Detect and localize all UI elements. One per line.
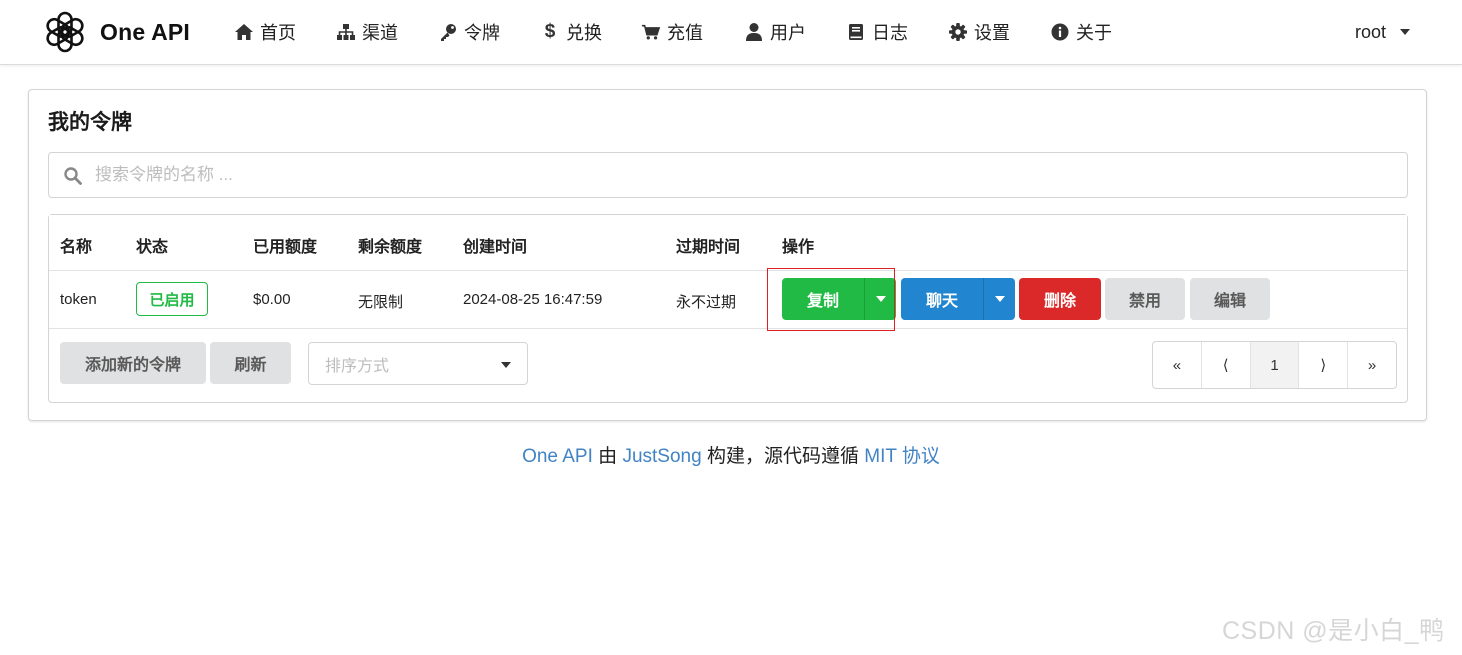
created-time: 2024-08-25 16:47:59 (463, 291, 603, 308)
dollar-icon: $ (544, 21, 556, 42)
nav-label: 渠道 (362, 23, 398, 43)
nav-label: 日志 (872, 23, 908, 43)
chevron-down-icon (875, 296, 886, 302)
sort-placeholder: 排序方式 (325, 357, 390, 375)
nav-item-tokens[interactable]: 令牌 (438, 18, 500, 46)
chat-button[interactable]: 聊天 (901, 278, 983, 320)
status-badge: 已启用 (136, 282, 208, 316)
nav-label: 兑换 (566, 23, 602, 43)
nav-item-settings[interactable]: 设置 (948, 18, 1010, 46)
disable-button[interactable]: 禁用 (1105, 278, 1185, 320)
used-quota: $0.00 (253, 291, 291, 308)
delete-label: 删除 (1043, 293, 1076, 310)
sitemap-icon (336, 22, 356, 42)
edit-label: 编辑 (1213, 293, 1246, 310)
project-link[interactable]: One API (522, 446, 593, 467)
add-token-label: 添加新的令牌 (84, 357, 181, 374)
footer-text: 由 (598, 446, 618, 467)
token-name: token (60, 291, 97, 308)
chevron-down-icon (994, 296, 1005, 302)
pagination-last[interactable]: » (1348, 342, 1396, 388)
refresh-button[interactable]: 刷新 (210, 342, 291, 384)
copy-dropdown-button[interactable] (864, 278, 896, 320)
watermark: CSDN @是小白_鸭 (1222, 617, 1445, 645)
nav-label: 令牌 (464, 23, 500, 43)
footer-text: 构建，源代码遵循 (706, 446, 859, 467)
column-header: 状态 (136, 239, 169, 256)
nav-item-about[interactable]: 关于 (1050, 18, 1112, 46)
tokens-table: 名称 状态 已用额度 剩余额度 创建时间 过期时间 操作 token 已启用 $… (48, 214, 1408, 403)
cart-icon (641, 22, 661, 42)
expire-time: 永不过期 (676, 294, 737, 311)
user-icon (744, 22, 764, 42)
home-icon (234, 22, 254, 42)
pagination: « ⟨ 1 ⟩ » (1152, 341, 1397, 389)
search-input[interactable] (95, 159, 1395, 191)
nav-label: 首页 (260, 23, 296, 43)
nav-label: 设置 (974, 23, 1010, 43)
chat-dropdown-button[interactable] (983, 278, 1015, 320)
brand-name: One API (100, 18, 191, 45)
user-name: root (1355, 21, 1387, 42)
nav-item-home[interactable]: 首页 (234, 18, 296, 46)
chevron-down-icon (1400, 29, 1411, 35)
table-header: 名称 状态 已用额度 剩余额度 创建时间 过期时间 操作 (49, 215, 1407, 271)
table-row: token 已启用 $0.00 无限制 2024-08-25 16:47:59 … (49, 271, 1407, 329)
author-link[interactable]: JustSong (622, 446, 701, 467)
column-header: 已用额度 (253, 239, 318, 256)
chevron-down-icon (501, 362, 511, 368)
nav-label: 关于 (1076, 23, 1112, 43)
search-icon (64, 167, 82, 185)
top-navbar: One API 首页 渠道 令牌 $ 兑换 充值 用户 日志 设置 关于 roo… (0, 0, 1462, 65)
refresh-label: 刷新 (234, 357, 267, 374)
tokens-card: 我的令牌 名称 状态 已用额度 剩余额度 创建时间 过期时间 操作 token … (28, 89, 1427, 421)
nav-item-users[interactable]: 用户 (744, 18, 806, 46)
remaining-quota: 无限制 (358, 294, 404, 311)
pagination-page-current[interactable]: 1 (1250, 342, 1300, 388)
info-icon (1050, 22, 1070, 42)
nav-item-redeem[interactable]: $ 兑换 (540, 18, 602, 46)
brand[interactable]: One API (42, 9, 190, 55)
column-header: 操作 (782, 239, 815, 256)
column-header: 名称 (60, 239, 93, 256)
page-title: 我的令牌 (48, 111, 132, 134)
book-icon (846, 22, 866, 42)
sort-dropdown[interactable]: 排序方式 (308, 342, 528, 385)
delete-button[interactable]: 删除 (1019, 278, 1101, 320)
nav-label: 充值 (667, 23, 703, 43)
pagination-next[interactable]: ⟩ (1299, 342, 1349, 388)
chat-label: 聊天 (925, 293, 958, 310)
column-header: 创建时间 (463, 239, 528, 256)
nav-item-topup[interactable]: 充值 (641, 18, 703, 46)
nav-label: 用户 (770, 23, 806, 43)
nav-item-logs[interactable]: 日志 (846, 18, 908, 46)
copy-label: 复制 (806, 293, 839, 310)
column-header: 过期时间 (676, 239, 741, 256)
edit-button[interactable]: 编辑 (1190, 278, 1270, 320)
column-header: 剩余额度 (358, 239, 423, 256)
gear-icon (948, 22, 968, 42)
disable-label: 禁用 (1128, 293, 1161, 310)
pagination-first[interactable]: « (1153, 342, 1202, 388)
license-link[interactable]: MIT 协议 (864, 446, 940, 467)
copy-button[interactable]: 复制 (782, 278, 864, 320)
nav-item-channels[interactable]: 渠道 (336, 18, 398, 46)
search-box (48, 152, 1408, 198)
pagination-prev[interactable]: ⟨ (1202, 342, 1251, 388)
add-token-button[interactable]: 添加新的令牌 (60, 342, 206, 384)
openai-logo-icon (46, 11, 84, 53)
footer: One API 由 JustSong 构建，源代码遵循 MIT 协议 (0, 441, 1462, 468)
key-icon (438, 22, 458, 42)
user-menu[interactable]: root (1355, 18, 1411, 46)
